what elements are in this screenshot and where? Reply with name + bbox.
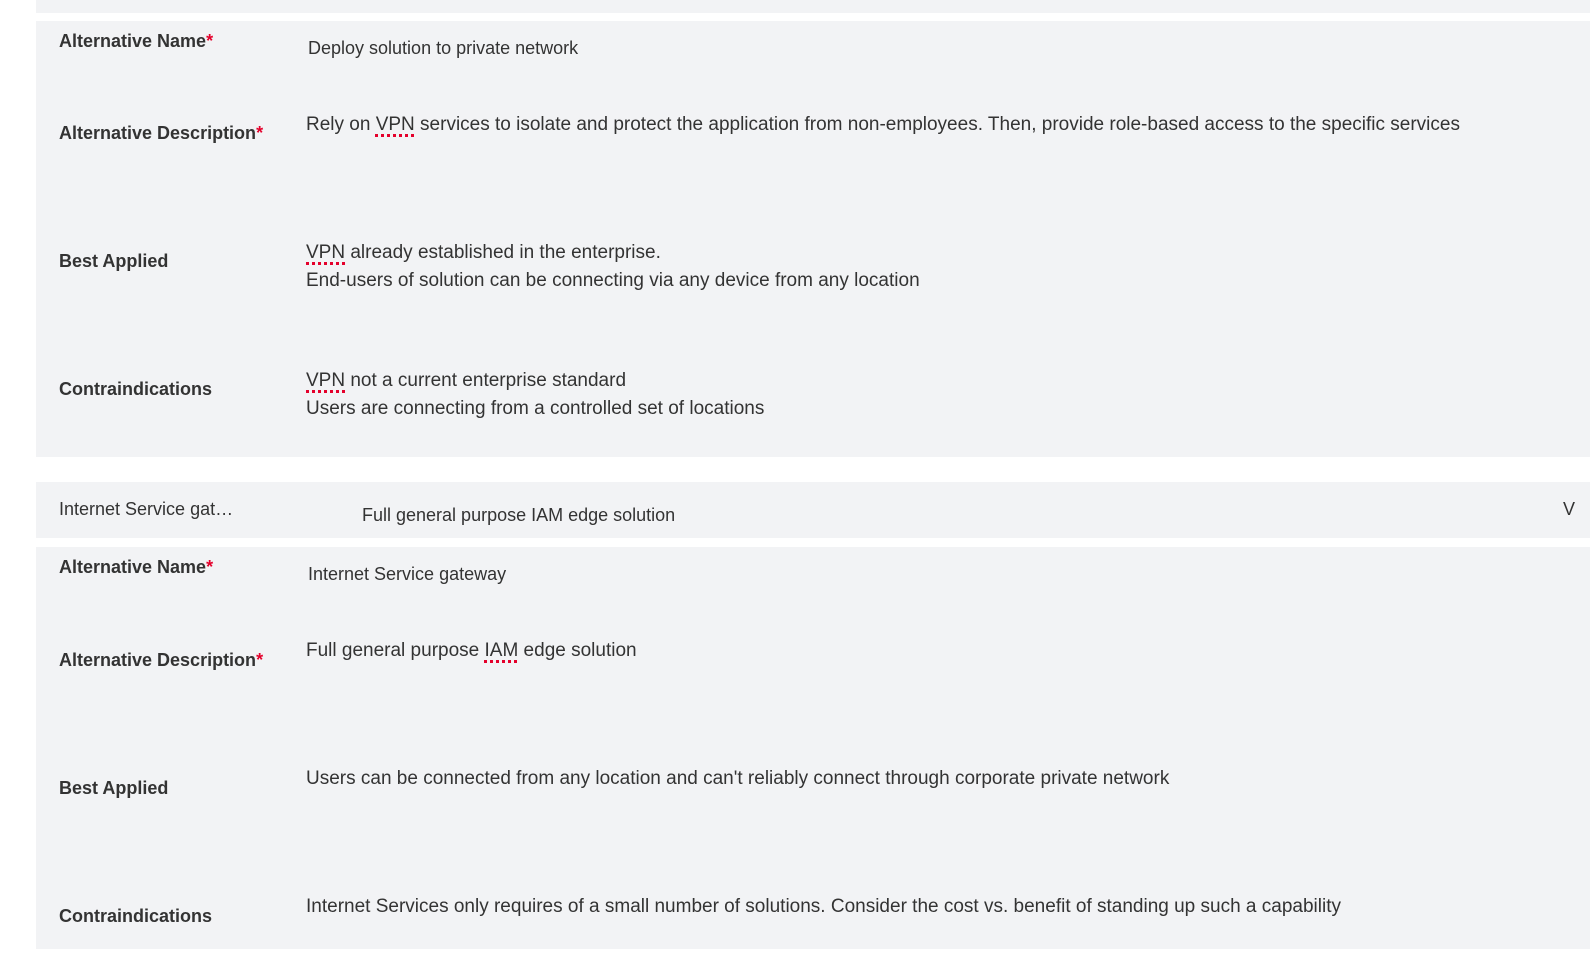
summary-alternative-description: Full general purpose IAM edge solution	[362, 505, 676, 525]
alternative-description-field[interactable]: Full general purpose IAM edge solution	[306, 637, 637, 665]
spellcheck-word: VPN	[375, 114, 415, 135]
required-marker: *	[206, 31, 214, 51]
required-marker: *	[256, 650, 264, 670]
alternative-panel-1: Alternative Name* Deploy solution to pri…	[36, 21, 1590, 457]
contraindications-label: Contraindications	[59, 906, 213, 926]
summary-alternative-name: Internet Service gat…	[59, 499, 234, 519]
best-applied-field[interactable]: VPN already established in the enterpris…	[306, 239, 920, 295]
alternative-description-label: Alternative Description*	[59, 650, 264, 670]
required-marker: *	[256, 123, 264, 143]
required-marker: *	[206, 557, 214, 577]
contraindications-field[interactable]: VPN not a current enterprise standard Us…	[306, 367, 764, 423]
alternative-description-label: Alternative Description*	[59, 123, 264, 143]
best-applied-label: Best Applied	[59, 251, 169, 271]
previous-panel-edge	[36, 0, 1590, 13]
alternative-description-field[interactable]: Rely on VPN services to isolate and prot…	[306, 111, 1460, 139]
spellcheck-word: VPN	[306, 370, 346, 391]
alternative-name-label: Alternative Name*	[59, 31, 214, 51]
best-applied-field[interactable]: Users can be connected from any location…	[306, 765, 1169, 793]
alternative-summary-row[interactable]: Internet Service gat… Full general purpo…	[36, 482, 1590, 538]
alternative-name-label: Alternative Name*	[59, 557, 214, 577]
alternative-name-field[interactable]: Internet Service gateway	[308, 560, 506, 588]
contraindications-field[interactable]: Internet Services only requires of a sma…	[306, 893, 1341, 921]
best-applied-label: Best Applied	[59, 778, 169, 798]
alternatives-page: Alternative Name* Deploy solution to pri…	[0, 0, 1590, 962]
alternative-name-field[interactable]: Deploy solution to private network	[308, 34, 578, 62]
contraindications-label: Contraindications	[59, 379, 213, 399]
spellcheck-word: IAM	[484, 640, 519, 661]
alternative-panel-2: Alternative Name* Internet Service gatew…	[36, 547, 1590, 949]
summary-truncated-column: V	[1563, 499, 1576, 519]
spellcheck-word: VPN	[306, 242, 346, 263]
